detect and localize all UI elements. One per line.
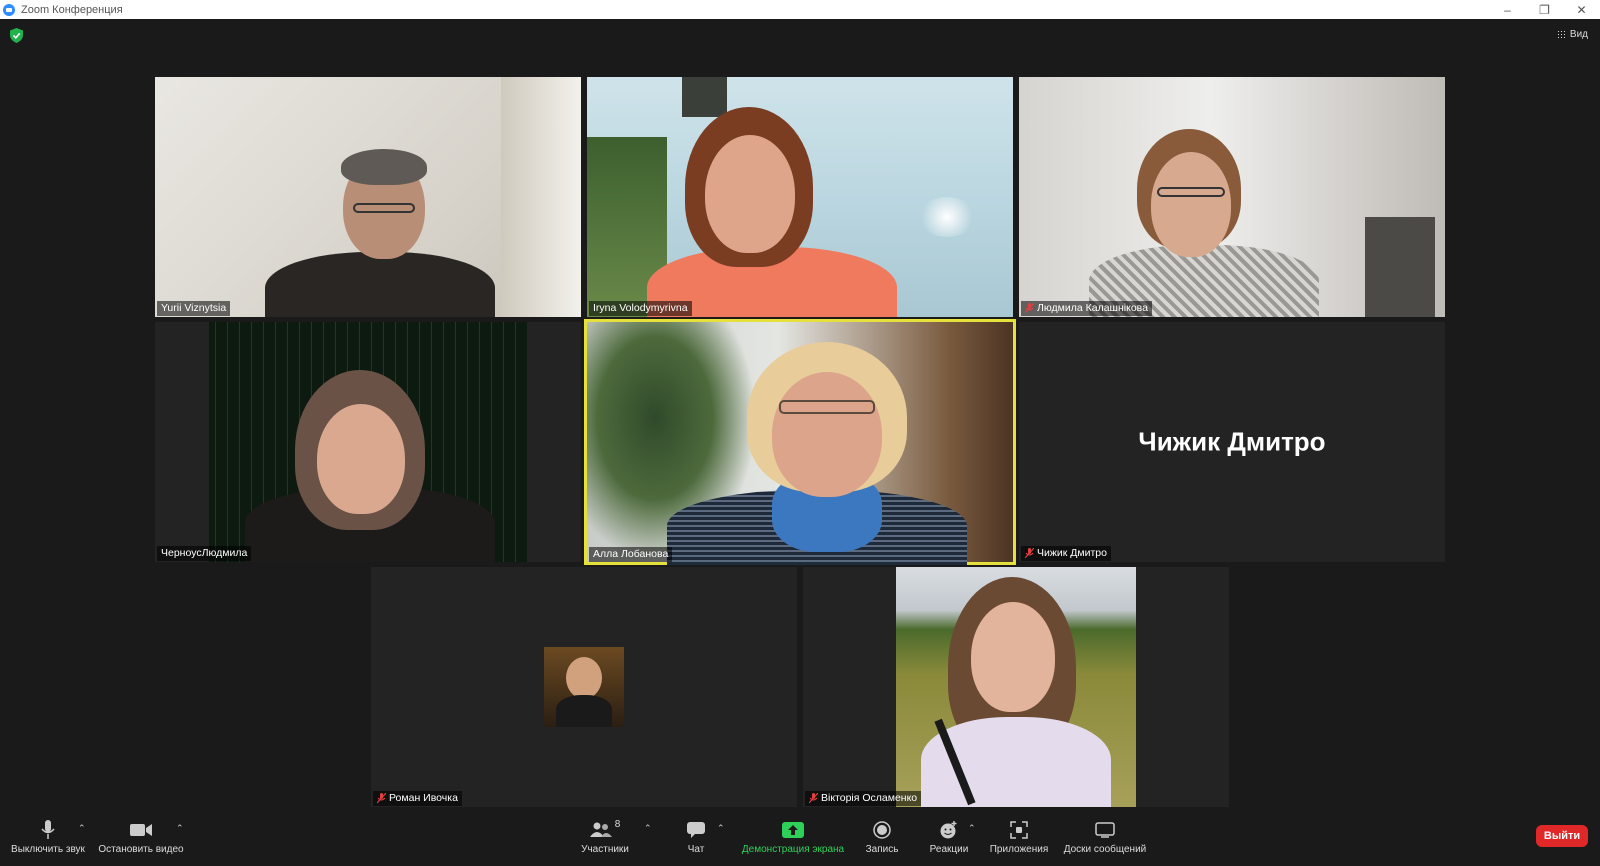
zoom-app-icon [3, 3, 15, 16]
view-label: Вид [1569, 29, 1588, 40]
participant-name-tag: Yurii Viznytsia [157, 301, 231, 316]
video-tile-liudmyla-k[interactable]: Людмила Калашнікова [1019, 77, 1445, 317]
participant-name-tag: Чижик Дмитро [1021, 546, 1111, 561]
microphone-icon [41, 820, 55, 839]
shield-icon[interactable] [10, 28, 23, 43]
participants-count: 8 [614, 819, 621, 830]
chat-bubble-icon [687, 822, 705, 838]
participant-name-tag: Iryna Volodymyrivna [589, 301, 692, 316]
window-titlebar: Zoom Конференция – ❐ ✕ [0, 0, 1600, 19]
muted-mic-icon [1025, 547, 1034, 558]
restore-icon[interactable]: ❐ [1526, 0, 1563, 19]
share-screen-icon [782, 822, 804, 838]
video-tile-chyzhyk[interactable]: Чижик Дмитро Чижик Дмитро [1019, 322, 1445, 562]
video-tile-alla-active-speaker[interactable]: Алла Лобанова [584, 319, 1016, 565]
chevron-up-icon[interactable]: ⌃ [717, 823, 725, 834]
video-tile-chernous[interactable]: ЧерноусЛюдмила [155, 322, 581, 562]
video-tile-roman[interactable]: Роман Ивочка [371, 567, 797, 807]
video-tile-yurii[interactable]: Yurii Viznytsia [155, 77, 581, 317]
minimize-icon[interactable]: – [1489, 0, 1526, 19]
record-button[interactable]: Запись [860, 819, 904, 855]
participant-name-tag: Вікторія Осламенко [805, 791, 922, 806]
chevron-up-icon[interactable]: ⌃ [644, 823, 652, 834]
window-title: Zoom Конференция [21, 3, 123, 16]
video-tile-iryna[interactable]: Iryna Volodymyrivna [587, 77, 1013, 317]
video-feed [587, 77, 1013, 317]
video-feed [896, 567, 1136, 807]
video-tile-viktoriia[interactable]: Вікторія Осламенко [803, 567, 1229, 807]
participant-name-tag: Алла Лобанова [589, 547, 673, 562]
muted-mic-icon [377, 792, 386, 803]
video-camera-icon [130, 824, 152, 836]
muted-mic-icon [809, 792, 818, 803]
avatar [544, 647, 624, 727]
reactions-button[interactable]: Реакции [925, 819, 973, 855]
chevron-up-icon[interactable]: ⌃ [78, 823, 86, 834]
stop-video-button[interactable]: Остановить видео [96, 819, 186, 855]
mute-button[interactable]: Выключить звук [8, 819, 88, 855]
participants-icon [589, 822, 612, 837]
participant-name-tag: Людмила Калашнікова [1021, 301, 1152, 316]
view-button[interactable]: Вид [1556, 29, 1588, 40]
whiteboard-icon [1095, 822, 1115, 838]
chevron-up-icon[interactable]: ⌃ [968, 823, 976, 834]
grid-view-icon [1556, 30, 1566, 39]
chat-button[interactable]: Чат [676, 819, 716, 855]
video-feed [587, 322, 1013, 565]
video-feed [155, 322, 581, 562]
window-controls: – ❐ ✕ [1489, 0, 1600, 19]
muted-mic-icon [1025, 302, 1034, 313]
participant-display-name: Чижик Дмитро [1138, 426, 1326, 457]
record-icon [873, 821, 891, 839]
video-feed [1019, 77, 1445, 317]
apps-button[interactable]: Приложения [988, 819, 1050, 855]
participant-name-tag: ЧерноусЛюдмила [157, 546, 252, 561]
chevron-up-icon[interactable]: ⌃ [176, 823, 184, 834]
participant-name-tag: Роман Ивочка [373, 791, 462, 806]
meeting-toolbar: Выключить звук ⌃ Остановить видео ⌃ 8 Уч… [0, 809, 1600, 866]
apps-icon [1010, 821, 1028, 839]
share-screen-button[interactable]: Демонстрация экрана [738, 819, 848, 855]
smiley-icon [940, 821, 957, 839]
close-icon[interactable]: ✕ [1563, 0, 1600, 19]
whiteboards-button[interactable]: Доски сообщений [1062, 819, 1148, 855]
leave-button[interactable]: Выйти [1536, 825, 1588, 847]
participants-button[interactable]: 8 Участники [575, 819, 635, 855]
video-feed [155, 77, 581, 317]
